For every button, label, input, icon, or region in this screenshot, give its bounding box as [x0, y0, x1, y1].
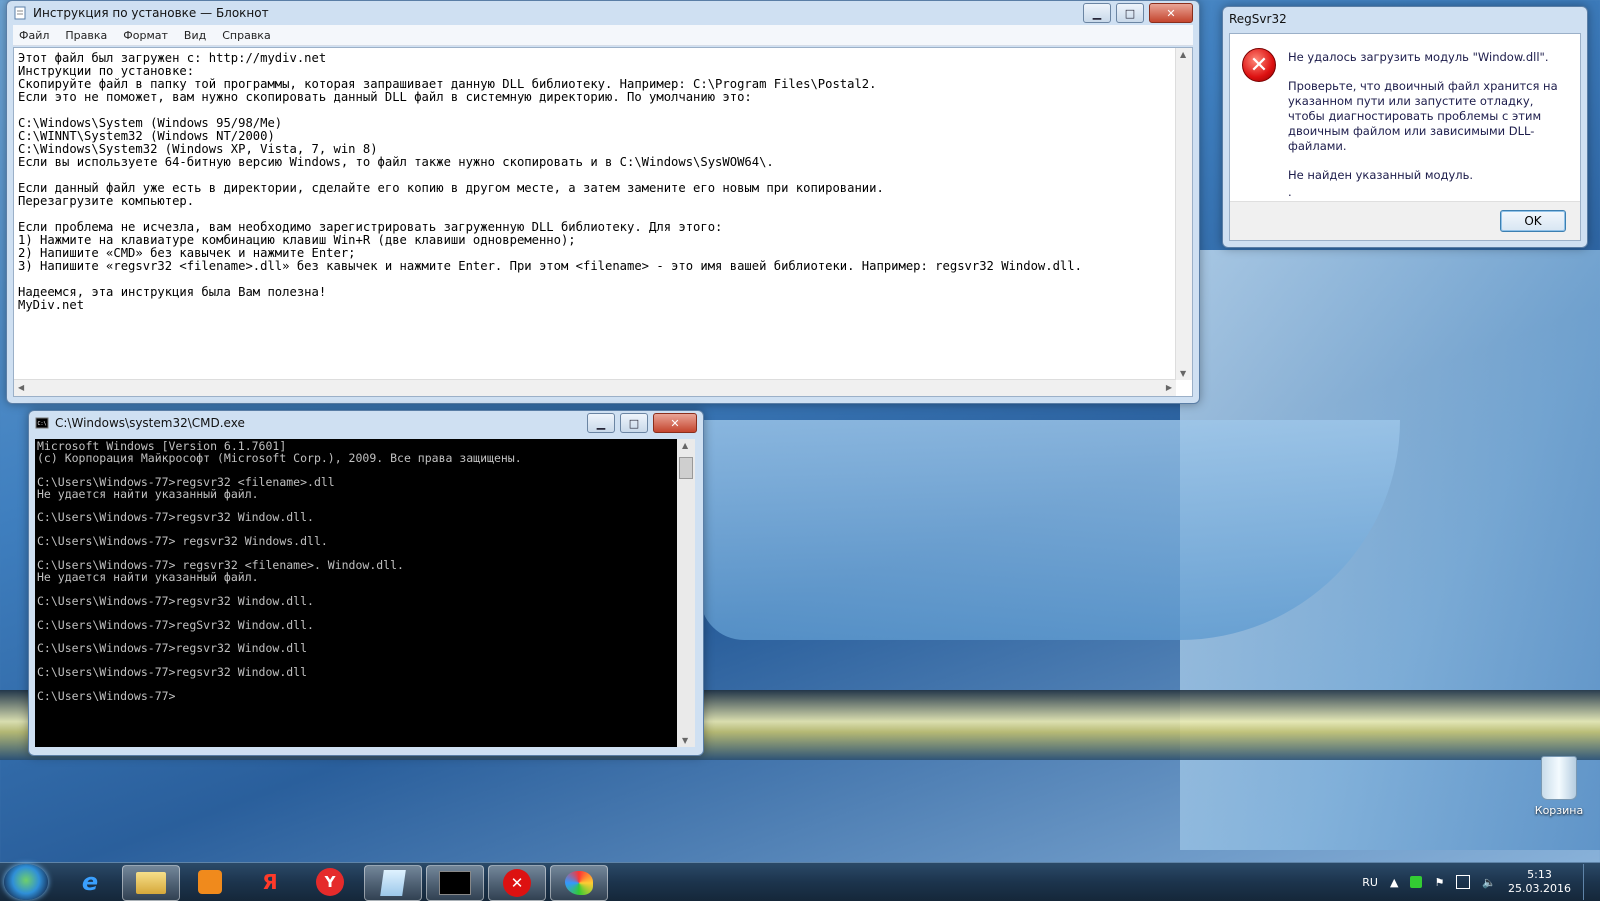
dialog-message-line: Не найден указанный модуль. — [1288, 168, 1474, 182]
volume-icon[interactable]: 🔈 — [1482, 876, 1496, 889]
cmd-title: C:\Windows\system32\CMD.exe — [55, 416, 245, 430]
explorer-folder-icon[interactable] — [122, 865, 180, 901]
yandex-browser-icon[interactable]: Y — [302, 865, 358, 899]
cmd-titlebar[interactable]: C:\ C:\Windows\system32\CMD.exe ▁ □ ✕ — [29, 411, 703, 435]
dialog-message: Не удалось загрузить модуль "Window.dll"… — [1288, 50, 1566, 214]
menu-help[interactable]: Справка — [222, 29, 270, 42]
notepad-icon[interactable] — [364, 865, 422, 901]
language-indicator[interactable]: RU — [1362, 876, 1378, 889]
recycle-bin-shortcut[interactable]: Корзина — [1524, 756, 1594, 817]
recycle-bin-label: Корзина — [1534, 804, 1584, 817]
close-button[interactable]: ✕ — [1149, 3, 1193, 23]
svg-text:C:\: C:\ — [38, 421, 47, 427]
regsvr-error-icon[interactable]: ✕ — [488, 865, 546, 901]
scroll-down-icon[interactable]: ▼ — [1180, 369, 1186, 378]
cmd-icon[interactable] — [426, 865, 484, 901]
notepad-window[interactable]: Инструкция по установке — Блокнот ▁ □ ✕ … — [6, 0, 1200, 404]
dialog-body: ✕ Не удалось загрузить модуль "Window.dl… — [1229, 33, 1581, 241]
dialog-footer: OK — [1230, 201, 1580, 240]
yandex-icon[interactable]: Я — [242, 865, 298, 899]
notepad-text[interactable]: Этот файл был загружен с: http://mydiv.n… — [18, 52, 1172, 378]
action-center-flag-icon[interactable]: ⚑ — [1434, 876, 1444, 889]
scroll-up-icon[interactable]: ▲ — [1180, 50, 1186, 59]
paint-icon[interactable] — [550, 865, 608, 901]
scroll-thumb[interactable] — [679, 457, 693, 479]
dialog-message-area: ✕ Не удалось загрузить модуль "Window.dl… — [1230, 34, 1580, 202]
antivirus-icon[interactable] — [1410, 876, 1423, 888]
menu-format[interactable]: Формат — [123, 29, 168, 42]
regsvr-dialog[interactable]: RegSvr32 ✕ Не удалось загрузить модуль "… — [1222, 6, 1588, 248]
clock-date: 25.03.2016 — [1508, 882, 1571, 895]
scroll-left-icon[interactable]: ◀ — [18, 383, 24, 392]
cmd-window[interactable]: C:\ C:\Windows\system32\CMD.exe ▁ □ ✕ Mi… — [28, 410, 704, 756]
minimize-button[interactable]: ▁ — [1083, 3, 1111, 23]
cmd-output[interactable]: Microsoft Windows [Version 6.1.7601] (c)… — [37, 441, 673, 747]
horizontal-scrollbar[interactable]: ◀ ▶ — [14, 379, 1176, 396]
menu-view[interactable]: Вид — [184, 29, 206, 42]
dialog-message-line: Проверьте, что двоичный файл хранится на… — [1288, 79, 1558, 153]
ok-button[interactable]: OK — [1500, 210, 1566, 232]
clock[interactable]: 5:13 25.03.2016 — [1508, 868, 1571, 896]
dialog-message-line: Не удалось загрузить модуль "Window.dll"… — [1288, 50, 1549, 64]
error-icon: ✕ — [1242, 48, 1276, 82]
start-button[interactable] — [4, 864, 48, 900]
dialog-message-line: . — [1288, 185, 1292, 199]
menu-edit[interactable]: Правка — [65, 29, 107, 42]
media-player-icon[interactable] — [182, 865, 238, 899]
wallpaper-shape — [700, 420, 1400, 640]
system-tray: RU ▲ ⚑ 🔈 5:13 25.03.2016 — [1362, 863, 1592, 901]
network-icon[interactable] — [1456, 875, 1471, 889]
notepad-titlebar[interactable]: Инструкция по установке — Блокнот ▁ □ ✕ — [7, 1, 1199, 25]
internet-explorer-icon[interactable]: e — [62, 865, 118, 899]
menu-file[interactable]: Файл — [19, 29, 49, 42]
show-hidden-icons-icon[interactable]: ▲ — [1390, 876, 1398, 889]
scroll-down-icon[interactable]: ▼ — [682, 736, 688, 745]
vertical-scrollbar[interactable]: ▲ ▼ — [677, 439, 695, 747]
notepad-icon — [14, 6, 26, 20]
notepad-editor[interactable]: Этот файл был загружен с: http://mydiv.n… — [13, 47, 1193, 397]
cmd-console[interactable]: Microsoft Windows [Version 6.1.7601] (c)… — [35, 439, 695, 747]
notepad-title: Инструкция по установке — Блокнот — [33, 6, 269, 20]
vertical-scrollbar[interactable]: ▲ ▼ — [1175, 48, 1192, 380]
dialog-title: RegSvr32 — [1229, 12, 1287, 26]
clock-time: 5:13 — [1527, 868, 1552, 881]
minimize-button[interactable]: ▁ — [587, 413, 615, 433]
scroll-right-icon[interactable]: ▶ — [1166, 383, 1172, 392]
taskbar: e Я Y ✕ RU ▲ ⚑ 🔈 5:13 25.03.2016 — [0, 862, 1600, 901]
show-desktop-button[interactable] — [1583, 864, 1592, 900]
close-button[interactable]: ✕ — [653, 413, 697, 433]
recycle-bin-icon — [1541, 756, 1577, 800]
cmd-icon: C:\ — [35, 417, 49, 429]
menu-bar: Файл Правка Формат Вид Справка — [13, 25, 1193, 46]
maximize-button[interactable]: □ — [620, 413, 648, 433]
maximize-button[interactable]: □ — [1116, 3, 1144, 23]
scroll-up-icon[interactable]: ▲ — [682, 441, 688, 450]
dialog-titlebar[interactable]: RegSvr32 — [1223, 7, 1587, 31]
